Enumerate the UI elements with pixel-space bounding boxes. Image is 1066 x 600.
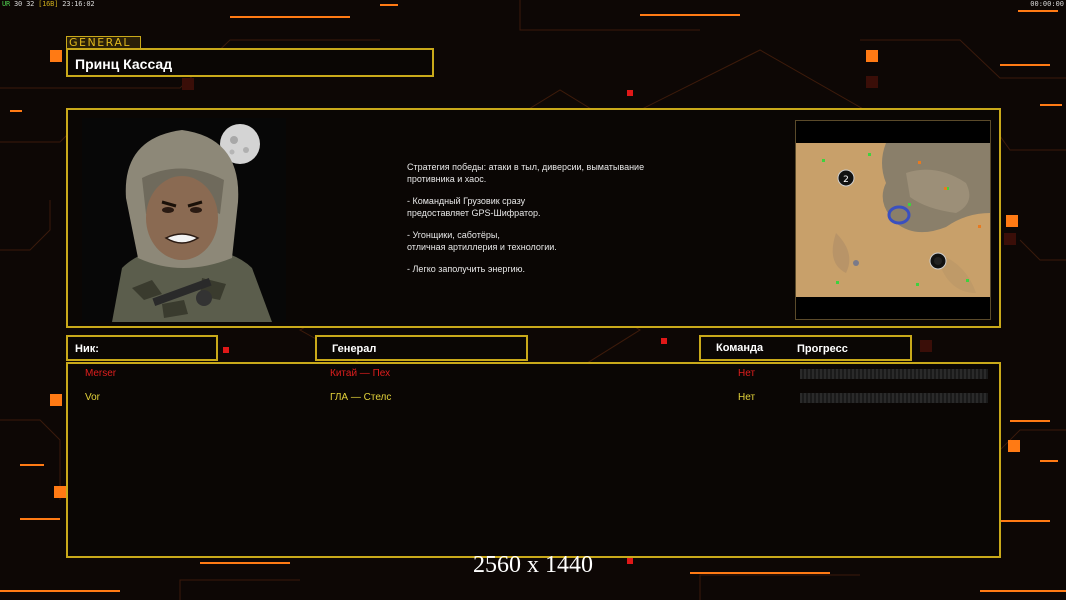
- player-nick: Vor: [85, 392, 101, 403]
- nick-header-label: Ник:: [75, 343, 99, 355]
- player-nick: Merser: [85, 368, 117, 379]
- description-line: Стратегия победы: атаки в тыл, диверсии,…: [407, 162, 645, 184]
- hud-time: 23:16:02: [62, 0, 95, 8]
- general-info-panel: Стратегия победы: атаки в тыл, диверсии,…: [66, 108, 1001, 328]
- minimap-marker-label: 2: [843, 175, 849, 185]
- team-progress-column-header[interactable]: Команда Прогресс: [699, 335, 912, 361]
- hud-values: 30 32: [14, 0, 35, 8]
- team-header-label: Команда: [716, 342, 764, 354]
- general-description: Стратегия победы: атаки в тыл, диверсии,…: [407, 162, 697, 287]
- description-line: - Угонщики, саботёры, отличная артиллери…: [407, 230, 557, 252]
- hud-stats: UR 30 32 [16B] 23:16:02: [2, 0, 95, 8]
- general-name: Принц Кассад: [75, 56, 173, 72]
- description-line: - Легко заполучить энергию.: [407, 264, 525, 274]
- general-column-header[interactable]: Генерал: [315, 335, 528, 361]
- player-team: Нет: [738, 392, 756, 403]
- player-general: ГЛА — Стелс: [330, 392, 392, 403]
- general-portrait: [82, 118, 286, 322]
- players-list: Merser Китай — Пех Нет Vor ГЛА — Стелс Н…: [66, 362, 1001, 558]
- hud-prefix: UR: [2, 0, 11, 8]
- general-header-label: Генерал: [332, 343, 377, 355]
- minimap: 2: [795, 120, 991, 320]
- player-row[interactable]: Merser Китай — Пех Нет: [68, 366, 999, 382]
- resolution-caption: 2560 x 1440: [473, 552, 593, 578]
- player-row[interactable]: Vor ГЛА — Стелс Нет: [68, 390, 999, 406]
- nick-column-header[interactable]: Ник:: [66, 335, 218, 361]
- player-progress-bar: [800, 393, 988, 403]
- description-line: - Командный Грузовик сразу предоставляет…: [407, 196, 541, 218]
- general-name-box: Принц Кассад: [66, 48, 434, 77]
- player-progress-bar: [800, 369, 988, 379]
- progress-header-label: Прогресс: [797, 343, 848, 355]
- player-general: Китай — Пех: [330, 368, 391, 379]
- player-team: Нет: [738, 368, 756, 379]
- hud-timer: 00:00:00: [1030, 0, 1064, 8]
- hud-bracket: [16B]: [38, 0, 59, 8]
